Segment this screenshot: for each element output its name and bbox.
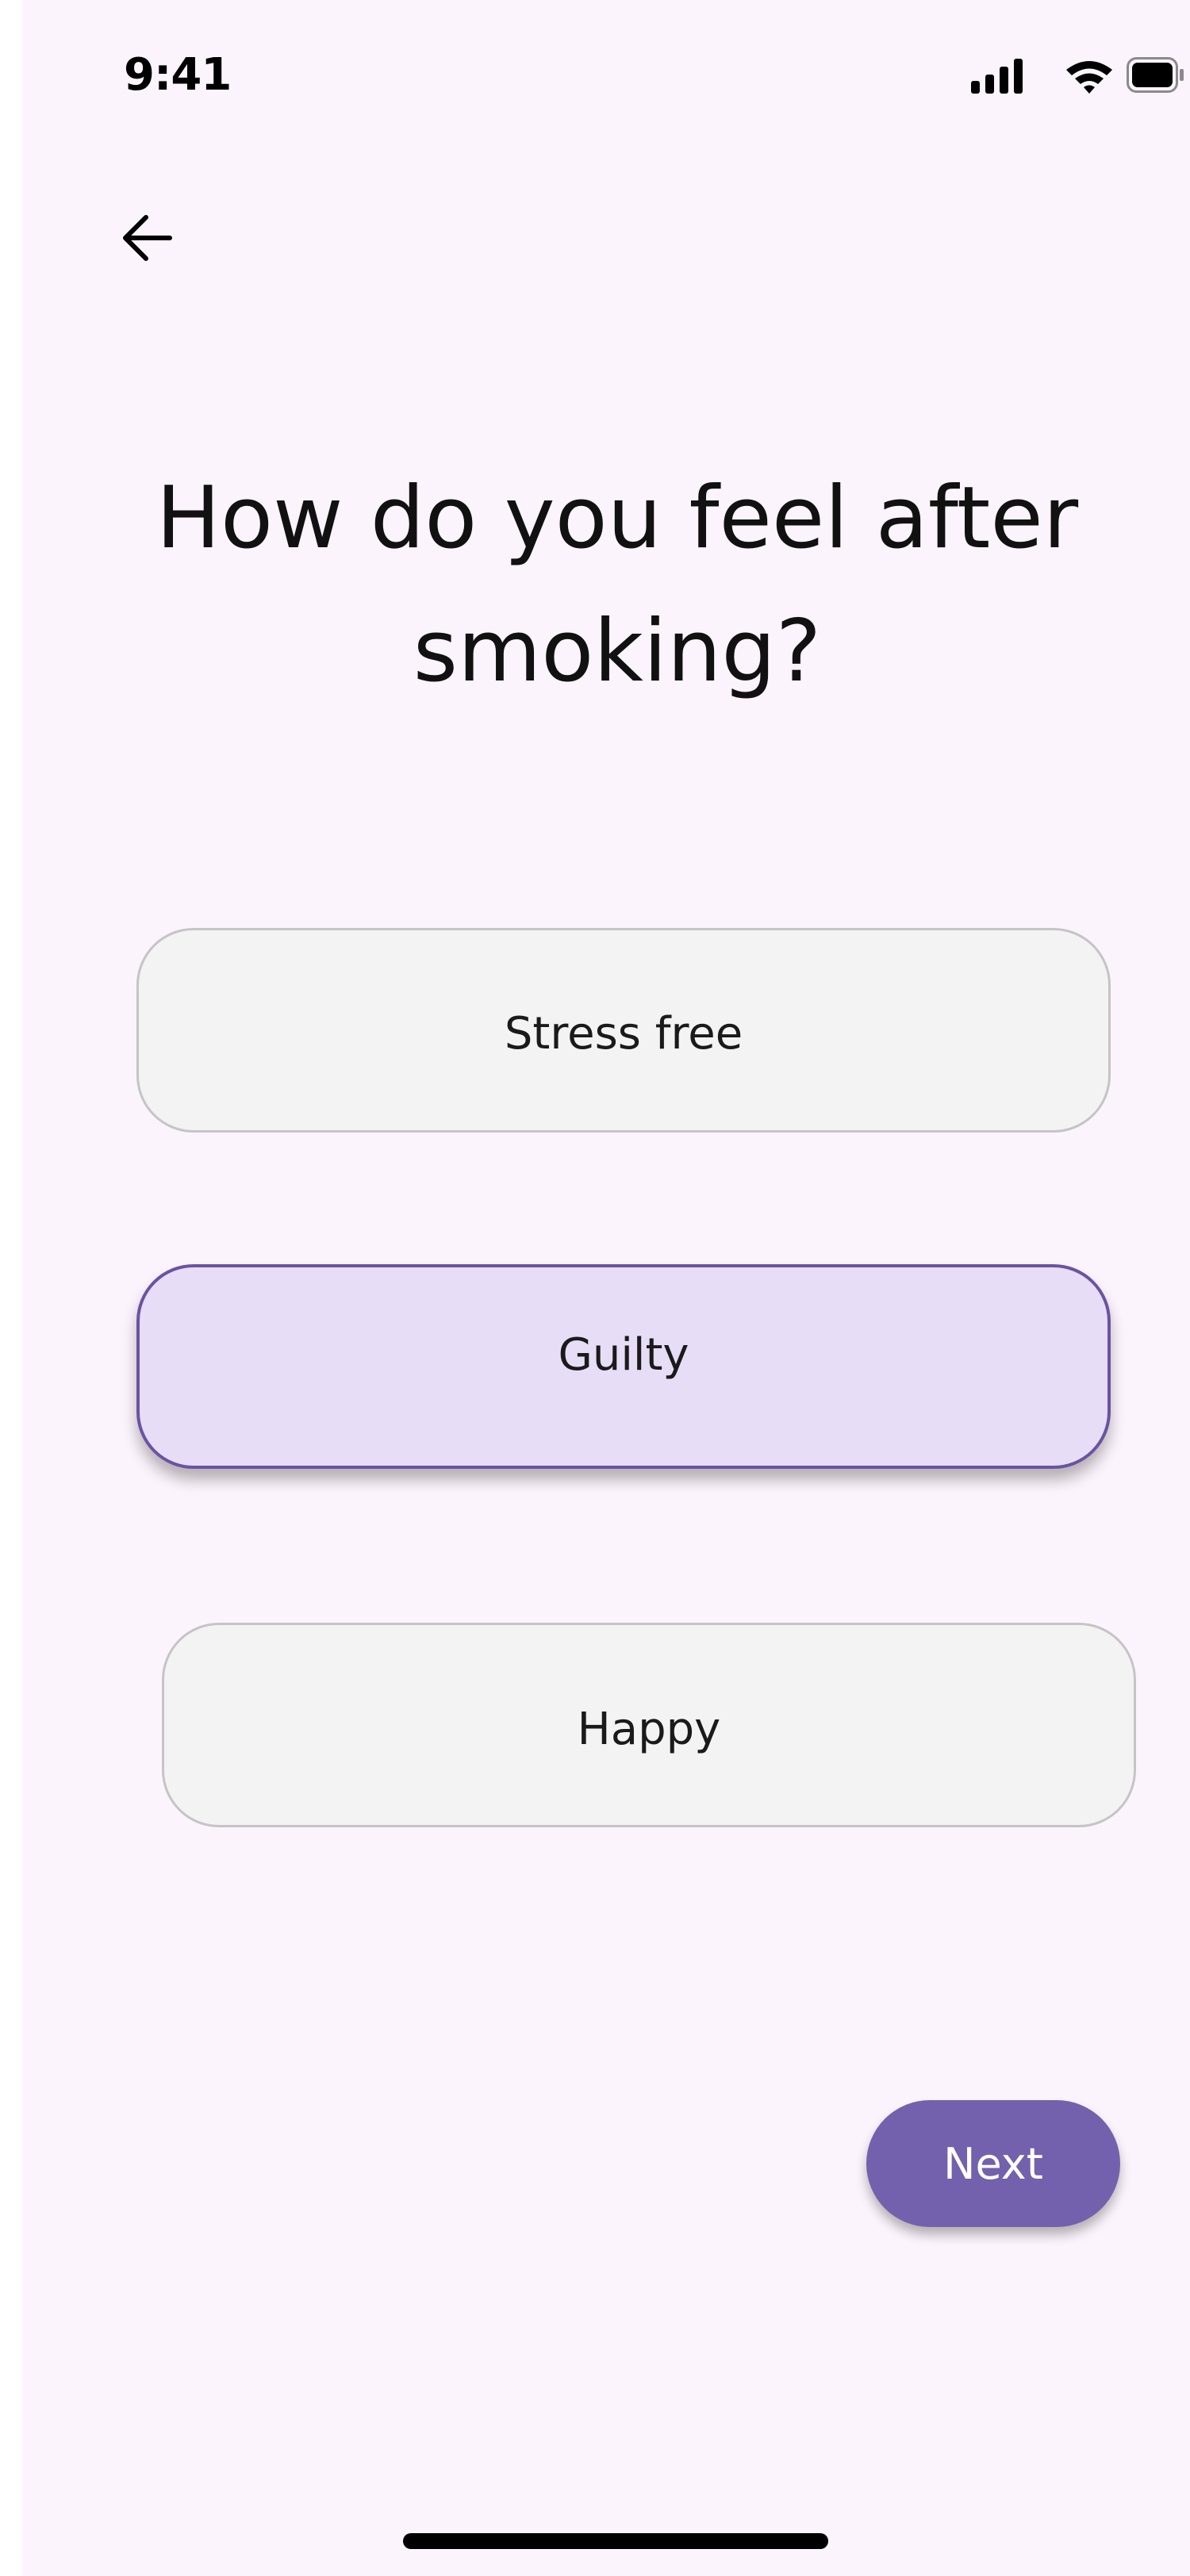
- signal-icon: [971, 59, 1023, 94]
- option-label: Stress free: [504, 1007, 743, 1060]
- back-button[interactable]: [102, 190, 197, 286]
- battery-icon: [1127, 57, 1184, 93]
- next-button-label: Next: [943, 2138, 1043, 2189]
- option-stress-free[interactable]: Stress free: [136, 928, 1111, 1133]
- option-guilty[interactable]: Guilty: [136, 1264, 1111, 1469]
- question-line-2: smoking?: [413, 602, 822, 701]
- status-icons-svg: [971, 57, 1184, 94]
- option-label: Happy: [577, 1703, 721, 1755]
- home-indicator[interactable]: [403, 2533, 828, 2549]
- status-bar-time: 9:41: [124, 49, 232, 101]
- option-happy[interactable]: Happy: [162, 1623, 1136, 1827]
- screen: 9:41 How do you feel after smoking? Stre…: [22, 0, 1190, 2576]
- wifi-icon: [1066, 61, 1112, 94]
- question-line-1: How do you feel after: [155, 469, 1079, 568]
- arrow-left-icon: [123, 215, 172, 261]
- question-title: How do you feel after smoking?: [102, 452, 1133, 719]
- option-label: Guilty: [558, 1328, 689, 1381]
- status-bar-icons: [971, 56, 1185, 95]
- next-button[interactable]: Next: [866, 2100, 1120, 2227]
